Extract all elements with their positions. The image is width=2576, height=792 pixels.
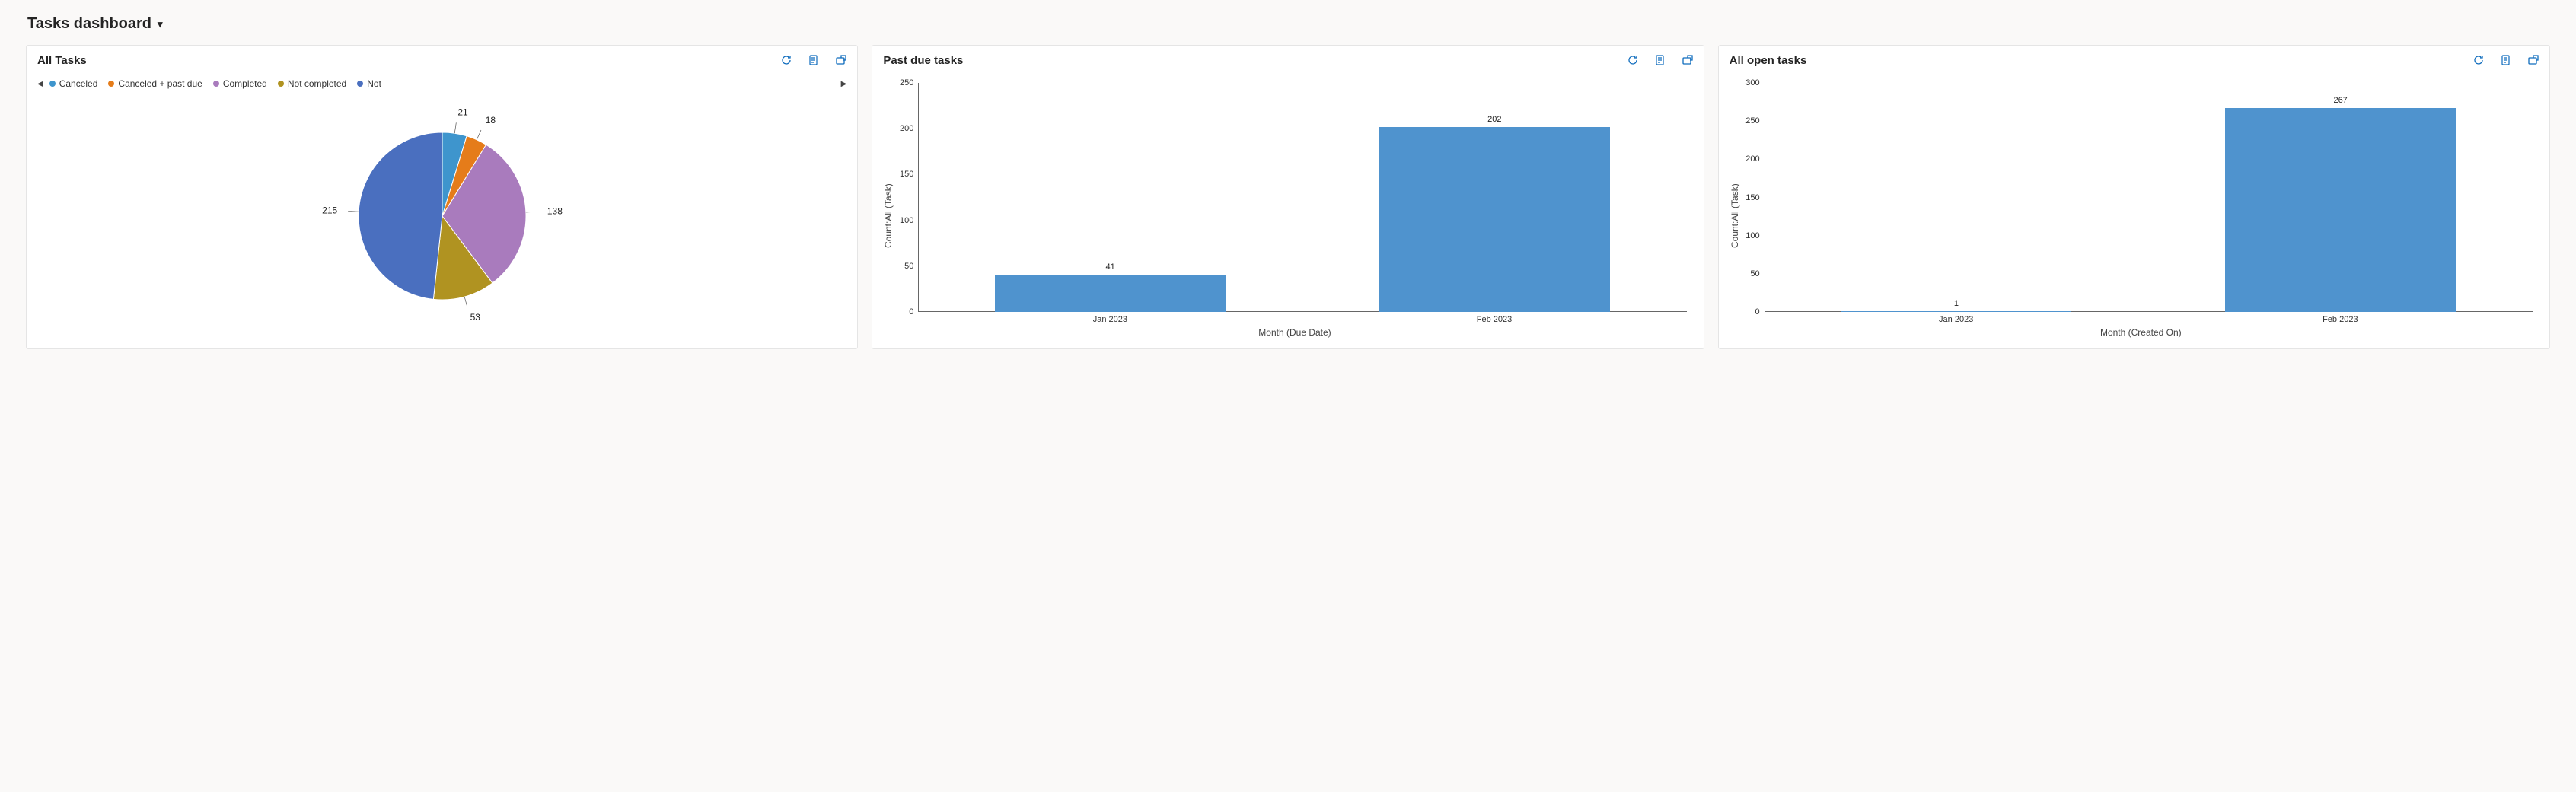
legend-item[interactable]: Not completed: [278, 78, 346, 89]
x-ticks: Jan 2023 Feb 2023: [1742, 312, 2540, 324]
legend-label: Canceled: [59, 78, 98, 89]
card-past-due-tasks: Past due tasks Count:All (Task): [872, 45, 1704, 349]
card-header: All open tasks: [1719, 46, 2549, 72]
y-tick-label: 0: [1739, 307, 1760, 316]
y-tick-label: 100: [1739, 231, 1760, 240]
pie-slice[interactable]: [359, 132, 442, 299]
y-tick-label: 250: [1739, 116, 1760, 126]
bar-value-label: 202: [1487, 115, 1501, 124]
card-body: Count:All (Task) 0 50 100 150 200 250 41 202 J…: [872, 72, 1703, 348]
y-tick-label: 50: [1739, 269, 1760, 278]
legend-swatch: [278, 81, 284, 87]
card-title: Past due tasks: [883, 54, 1625, 67]
card-actions: [2472, 53, 2540, 67]
legend-swatch: [213, 81, 219, 87]
legend-item[interactable]: Not: [357, 78, 381, 89]
x-ticks: Jan 2023 Feb 2023: [895, 312, 1694, 324]
card-all-open-tasks: All open tasks Count:All (Task): [1718, 45, 2550, 349]
bar[interactable]: 41: [995, 275, 1226, 312]
plot-area: 0 50 100 150 200 250 300 1 267 Jan 2023 Feb 2023…: [1742, 78, 2540, 338]
refresh-icon[interactable]: [2472, 53, 2485, 67]
x-tick-label: Feb 2023: [1477, 315, 1512, 324]
pie-value-label: 53: [470, 312, 480, 323]
pie-value-label: 215: [322, 205, 337, 215]
bar[interactable]: 1: [1841, 311, 2072, 312]
y-tick-label: 200: [892, 124, 913, 133]
legend-item[interactable]: Canceled + past due: [108, 78, 202, 89]
legend-swatch: [49, 81, 56, 87]
card-title: All open tasks: [1730, 54, 2472, 67]
card-actions: [779, 53, 848, 67]
bar-chart[interactable]: Count:All (Task) 0 50 100 150 200 250 41 202 J…: [882, 78, 1694, 338]
y-tick-label: 0: [892, 307, 913, 316]
legend-item[interactable]: Canceled: [49, 78, 98, 89]
card-header: Past due tasks: [872, 46, 1703, 72]
pie-legend: ◀ Canceled Canceled + past due Completed No…: [36, 78, 848, 89]
card-title: All Tasks: [37, 54, 779, 67]
card-actions: [1626, 53, 1694, 67]
chevron-down-icon: ▾: [158, 18, 163, 30]
dashboard-title[interactable]: Tasks dashboard ▾: [27, 15, 2550, 33]
x-tick-label: Jan 2023: [1939, 315, 1973, 324]
pie-value-label: 18: [485, 115, 496, 126]
bar-value-label: 41: [1106, 262, 1115, 272]
legend-swatch: [108, 81, 114, 87]
refresh-icon[interactable]: [779, 53, 793, 67]
legend-label: Not completed: [288, 78, 346, 89]
x-axis-label: Month (Due Date): [895, 324, 1694, 338]
bar[interactable]: 267: [2225, 108, 2456, 312]
legend-prev-icon[interactable]: ◀: [37, 80, 43, 88]
bar-value-label: 267: [2333, 96, 2347, 105]
legend-items: Canceled Canceled + past due Completed Not …: [49, 78, 835, 89]
dashboard-title-label: Tasks dashboard: [27, 15, 151, 33]
pie-chart[interactable]: 21 18 138 53 215: [36, 94, 848, 338]
bar-chart[interactable]: Count:All (Task) 050100150200250300 1267…: [1728, 78, 2540, 338]
y-axis-label: Count:All (Task): [882, 78, 895, 338]
expand-icon[interactable]: [834, 53, 848, 67]
card-body: ◀ Canceled Canceled + past due Completed No…: [27, 72, 857, 348]
y-tick-label: 250: [892, 78, 913, 87]
refresh-icon[interactable]: [1626, 53, 1640, 67]
x-tick-label: Jan 2023: [1093, 315, 1127, 324]
bar[interactable]: 202: [1379, 127, 1610, 312]
x-axis-label: Month (Created On): [1742, 324, 2540, 338]
legend-label: Not: [367, 78, 381, 89]
view-records-icon[interactable]: [2499, 53, 2513, 67]
legend-label: Completed: [223, 78, 267, 89]
y-tick-label: 150: [892, 170, 913, 179]
legend-swatch: [357, 81, 363, 87]
expand-icon[interactable]: [1681, 53, 1694, 67]
y-tick-label: 200: [1739, 154, 1760, 164]
bar-value-label: 1: [1954, 299, 1959, 308]
x-tick-label: Feb 2023: [2323, 315, 2358, 324]
card-all-tasks: All Tasks ◀ CanceledCanceled + pa: [26, 45, 858, 349]
view-records-icon[interactable]: [1653, 53, 1667, 67]
plot-area: 0 50 100 150 200 250 41 202 Jan 2023 Feb 2023 M…: [895, 78, 1694, 338]
legend-next-icon[interactable]: ▶: [841, 80, 847, 88]
y-tick-label: 150: [1739, 193, 1760, 202]
y-tick-label: 300: [1739, 78, 1760, 87]
y-tick-label: 100: [892, 216, 913, 225]
view-records-icon[interactable]: [807, 53, 821, 67]
legend-label: Canceled + past due: [118, 78, 202, 89]
card-header: All Tasks: [27, 46, 857, 72]
pie-value-label: 138: [547, 205, 563, 216]
y-tick-label: 50: [892, 262, 913, 271]
pie-value-label: 21: [457, 107, 468, 117]
dashboard-cards: All Tasks ◀ CanceledCanceled + pa: [26, 45, 2550, 349]
legend-item[interactable]: Completed: [213, 78, 267, 89]
card-body: Count:All (Task) 050100150200250300 1267…: [1719, 72, 2549, 348]
expand-icon[interactable]: [2527, 53, 2540, 67]
